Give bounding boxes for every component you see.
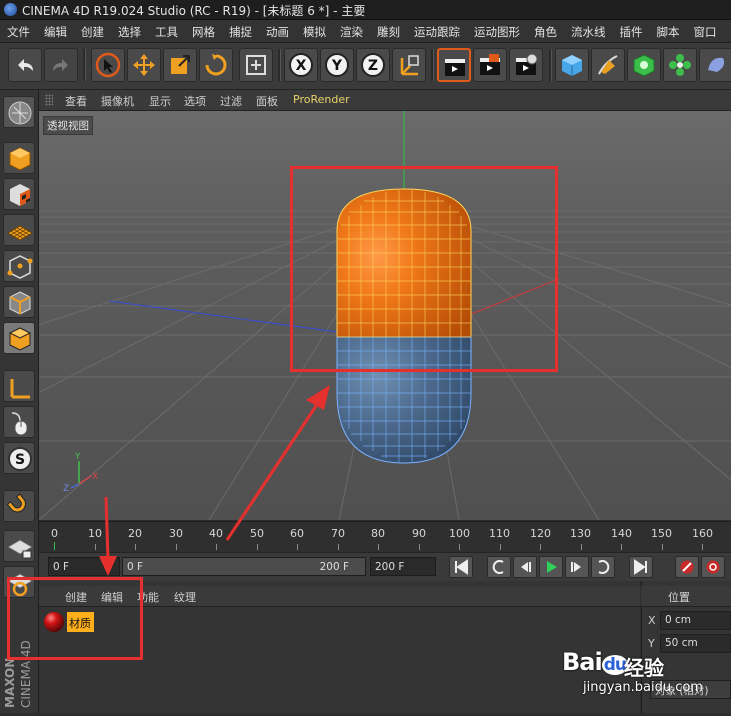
baidu-watermark-logo: Baidu: [562, 648, 628, 676]
baidu-watermark-text: 经验: [624, 652, 664, 681]
baidu-watermark-url: jingyan.baidu.com: [583, 680, 703, 695]
annotation-arrows: [0, 0, 731, 713]
